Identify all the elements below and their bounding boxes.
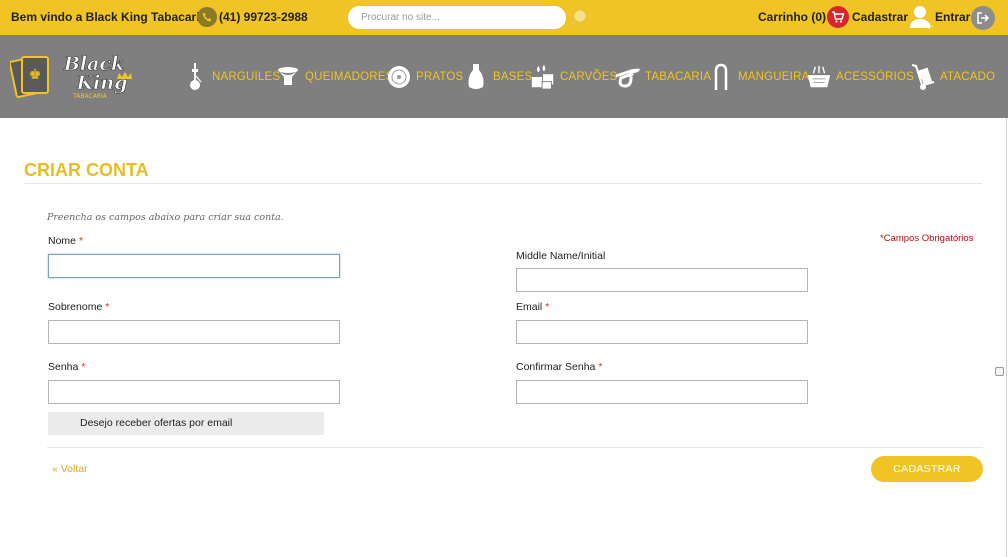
nav-label: ATACADO xyxy=(940,71,996,83)
whatsapp-icon xyxy=(197,7,217,27)
page-edge-line xyxy=(1006,118,1007,557)
main-navigation: ♚ Black King TABACARIA NARGUILES QUEIMAD… xyxy=(0,35,1008,118)
newsletter-option[interactable]: Desejo receber ofertas por email xyxy=(48,412,324,435)
newsletter-label: Desejo receber ofertas por email xyxy=(80,417,233,429)
side-checkbox[interactable] xyxy=(995,367,1004,376)
confirm-password-label: Confirmar Senha * xyxy=(516,361,603,373)
black-king-logo[interactable]: ♚ Black King TABACARIA xyxy=(8,45,135,105)
nav-item-acessorios[interactable]: ACESSÓRIOS xyxy=(806,59,914,95)
form-divider xyxy=(47,447,983,448)
pipe-icon xyxy=(615,62,641,92)
user-add-icon[interactable]: + xyxy=(909,4,934,32)
nav-label: MANGUEIRA xyxy=(738,71,810,83)
email-field[interactable] xyxy=(516,320,808,344)
first-name-field[interactable] xyxy=(48,254,340,278)
password-field[interactable] xyxy=(48,380,340,404)
last-name-field[interactable] xyxy=(48,320,340,344)
nav-label: QUEIMADORES xyxy=(305,71,394,83)
top-bar: Bem vindo a Black King Tabacaria (41) 99… xyxy=(0,0,1008,35)
nav-item-narguiles[interactable]: NARGUILES xyxy=(182,59,280,95)
login-arrow-icon[interactable] xyxy=(971,6,995,30)
svg-text:♚: ♚ xyxy=(29,67,42,83)
title-divider xyxy=(24,183,982,184)
search-input[interactable] xyxy=(348,6,566,29)
nav-label: BASES xyxy=(493,71,533,83)
confirm-password-field[interactable] xyxy=(516,380,808,404)
required-fields-note: *Campos Obrigatórios xyxy=(880,233,974,244)
hose-icon xyxy=(708,62,734,92)
back-link[interactable]: « Voltar xyxy=(52,463,88,475)
nav-item-bases[interactable]: BASES xyxy=(463,59,532,95)
submit-button[interactable]: CADASTRAR xyxy=(871,456,983,482)
cart-icon[interactable] xyxy=(827,6,849,28)
coal-icon xyxy=(530,62,556,92)
nav-item-carvoes[interactable]: CARVÕES xyxy=(530,59,617,95)
nav-label: PRATOS xyxy=(416,71,464,83)
svg-text:+: + xyxy=(926,22,933,30)
middle-name-label: Middle Name/Initial xyxy=(516,250,606,262)
first-name-label: Nome * xyxy=(48,235,84,247)
nav-item-tabacaria[interactable]: TABACARIA xyxy=(615,59,711,95)
vase-icon xyxy=(463,62,489,92)
password-label: Senha * xyxy=(48,361,86,373)
nav-label: TABACARIA xyxy=(645,71,712,83)
page-title: CRIAR CONTA xyxy=(24,160,149,180)
logo-subtitle: TABACARIA xyxy=(72,93,108,100)
email-label: Email * xyxy=(516,301,550,313)
nav-label: ACESSÓRIOS xyxy=(836,71,915,83)
nav-item-queimadores[interactable]: QUEIMADORES xyxy=(275,59,393,95)
cart-link[interactable]: Carrinho (0) xyxy=(758,10,826,24)
signup-link[interactable]: Cadastrar xyxy=(852,10,908,24)
plate-icon xyxy=(386,62,412,92)
nav-label: CARVÕES xyxy=(560,71,618,83)
phone-number: (41) 99723-2988 xyxy=(219,10,308,24)
hookah-icon xyxy=(182,62,208,92)
hand-truck-icon xyxy=(910,62,936,92)
nav-item-atacado[interactable]: ATACADO xyxy=(910,59,995,95)
welcome-message: Bem vindo a Black King Tabacaria xyxy=(11,10,207,24)
login-link[interactable]: Entrar xyxy=(935,10,970,24)
last-name-label: Sobrenome * xyxy=(48,301,110,313)
nav-item-mangueira[interactable]: MANGUEIRA xyxy=(708,59,809,95)
basket-icon xyxy=(806,62,832,92)
form-intro: Preencha os campos abaixo para criar sua… xyxy=(47,212,284,223)
nav-item-pratos[interactable]: PRATOS xyxy=(386,59,463,95)
middle-name-field[interactable] xyxy=(516,268,808,292)
search-icon[interactable] xyxy=(569,8,589,28)
nav-label: NARGUILES xyxy=(212,71,281,83)
burner-icon xyxy=(275,62,301,92)
